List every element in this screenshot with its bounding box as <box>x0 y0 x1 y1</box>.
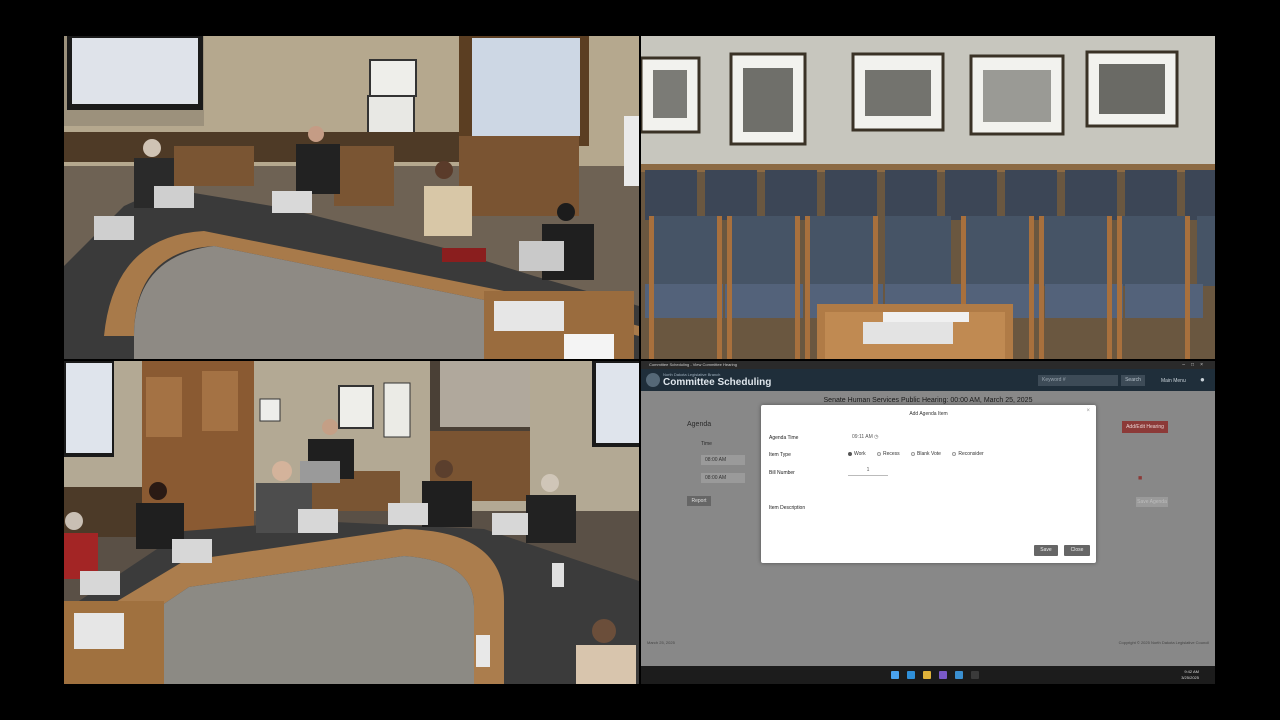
user-icon[interactable]: ● <box>1200 375 1205 384</box>
radio-unselected-icon <box>911 451 916 456</box>
radio-label: Reconsider <box>958 451 984 457</box>
agenda-time-label: Agenda Time <box>769 435 799 441</box>
window-controls[interactable]: –□× <box>1182 361 1209 369</box>
dialog-title: Add Agenda Item <box>909 411 948 417</box>
screen-share-committee-scheduling: Committee Scheduling - View Committee He… <box>641 361 1215 684</box>
committee-room-right-scene <box>64 361 639 684</box>
committee-room-left-scene <box>64 36 639 359</box>
time-row[interactable]: 08:00 AM <box>701 473 745 483</box>
item-type-radio-group: Work Recess Blank Vote Reconsider <box>848 451 994 457</box>
radio-blank-vote[interactable]: Blank Vote <box>911 451 941 457</box>
windows-taskbar: 9:42 AM 3/25/2025 <box>641 666 1215 684</box>
taskbar-clock[interactable]: 9:42 AM 3/25/2025 <box>1181 669 1199 681</box>
item-type-label: Item Type <box>769 452 791 458</box>
window-title: Committee Scheduling - View Committee He… <box>649 362 737 367</box>
radio-label: Blank Vote <box>917 451 941 457</box>
app-window-icon[interactable] <box>971 671 979 679</box>
agenda-time-value: 09:11 AM <box>852 434 873 440</box>
agenda-time-input[interactable]: 09:11 AM ◷ <box>852 434 879 440</box>
keyword-search-input[interactable]: Keyword # <box>1038 375 1118 386</box>
hearing-title: Senate Human Services Public Hearing: 00… <box>823 397 1033 404</box>
file-explorer-icon[interactable] <box>923 671 931 679</box>
close-icon[interactable]: × <box>1086 408 1090 414</box>
app-title[interactable]: Committee Scheduling <box>663 377 771 388</box>
seal-logo-icon <box>646 373 660 387</box>
item-description-label: Item Description <box>769 505 806 511</box>
start-icon[interactable] <box>891 671 899 679</box>
main-menu-link[interactable]: Main Menu <box>1161 378 1186 384</box>
edge-browser-icon[interactable] <box>907 671 915 679</box>
app-header: North Dakota Legislative Branch Committe… <box>641 369 1215 391</box>
radio-unselected-icon <box>952 451 957 456</box>
camera-feed-committee-room-right <box>64 361 639 684</box>
radio-label: Recess <box>882 451 900 457</box>
gallery-chairs-scene <box>641 36 1215 359</box>
window-titlebar: Committee Scheduling - View Committee He… <box>641 361 1215 369</box>
radio-recess[interactable]: Recess <box>876 451 900 457</box>
camera-feed-committee-room-left <box>64 36 639 359</box>
radio-work[interactable]: Work <box>848 451 866 457</box>
search-button[interactable]: Search <box>1121 375 1145 386</box>
save-button[interactable]: Save <box>1034 545 1058 556</box>
radio-selected-icon <box>848 451 852 456</box>
bill-number-label: Bill Number <box>769 470 795 476</box>
agenda-heading: Agenda <box>687 421 712 428</box>
bill-number-input[interactable]: 1 <box>848 467 888 476</box>
save-agenda-button[interactable]: Save Agenda <box>1136 497 1168 507</box>
radio-label: Work <box>854 451 866 457</box>
close-button[interactable]: Close <box>1064 545 1090 556</box>
add-agenda-item-dialog: Add Agenda Item × Agenda Time 09:11 AM ◷… <box>761 405 1096 563</box>
footer-copyright: Copyright © 2025 North Dakota Legislativ… <box>1118 640 1209 645</box>
outlook-icon[interactable] <box>955 671 963 679</box>
time-column-header: Time <box>701 441 712 447</box>
clock-icon[interactable]: ◷ <box>874 434 878 440</box>
teams-icon[interactable] <box>939 671 947 679</box>
radio-reconsider[interactable]: Reconsider <box>952 451 984 457</box>
radio-unselected-icon <box>876 451 881 456</box>
clock-date: 3/25/2025 <box>1181 675 1199 680</box>
footer-date: March 25, 2025 <box>647 640 675 645</box>
camera-feed-gallery <box>641 36 1215 359</box>
add-edit-hearing-button[interactable]: Add/Edit Hearing <box>1122 421 1168 433</box>
trash-icon[interactable]: ■ <box>1138 475 1142 482</box>
report-button[interactable]: Report <box>687 496 711 506</box>
time-row[interactable]: 08:00 AM <box>701 455 745 465</box>
